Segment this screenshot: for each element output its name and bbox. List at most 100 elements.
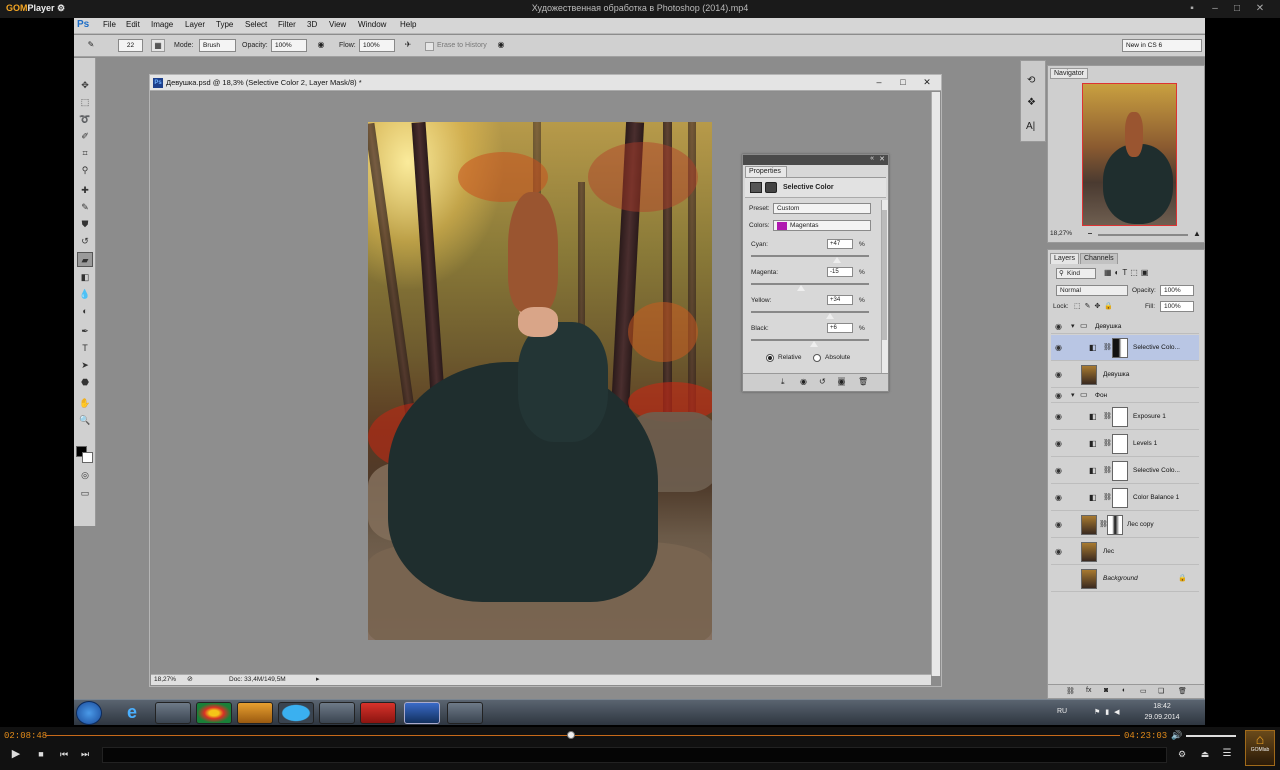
volume-icon[interactable]: 🔊 (1170, 728, 1184, 742)
absolute-radio[interactable] (813, 354, 821, 362)
slider-value-2[interactable]: +34 (827, 295, 853, 305)
previous-button[interactable]: ⏮ (57, 747, 71, 761)
zoom-tool-icon[interactable]: 🔍 (77, 413, 93, 428)
quick-select-tool-icon[interactable]: ✐ (77, 129, 93, 144)
layer-row[interactable]: Background 🔒 (1051, 566, 1199, 592)
eject-icon[interactable]: ⏏ (1198, 747, 1212, 761)
new-layer-icon[interactable]: ❏ (1158, 687, 1164, 695)
layer-row[interactable]: ◉ ⛓ Лес copy (1051, 512, 1199, 538)
vertical-scrollbar[interactable] (931, 92, 940, 676)
layer-mask-icon[interactable] (765, 182, 777, 193)
stamp-tool-icon[interactable]: ⛊ (77, 217, 93, 232)
close-button[interactable]: ✕ (1253, 3, 1267, 15)
status-menu-arrow-icon[interactable]: ▸ (316, 675, 320, 683)
slider-thumb-1[interactable] (796, 285, 805, 291)
monitor-app-icon[interactable] (319, 702, 355, 724)
language-indicator[interactable]: RU (1057, 708, 1067, 715)
doc-maximize-button[interactable]: □ (896, 77, 910, 88)
maximize-button[interactable]: □ (1230, 3, 1244, 15)
clock-date[interactable]: 29.09.2014 (1138, 714, 1186, 721)
group-expand-icon[interactable]: ▾ (1071, 391, 1075, 399)
new-adjustment-icon[interactable]: ◐ (1122, 687, 1126, 694)
tab-channels[interactable]: Channels (1080, 253, 1118, 264)
brush-tool-icon[interactable]: ✎ (77, 200, 93, 215)
layer-mask-thumb[interactable] (1112, 338, 1128, 358)
delete-layer-icon[interactable]: 🗑 (1178, 687, 1187, 695)
layer-mask-thumb[interactable] (1107, 515, 1123, 535)
zoom-readout[interactable]: 18,27% (154, 676, 176, 683)
gomlab-button[interactable]: ⌂ GOMlab (1245, 730, 1275, 766)
slider-value-0[interactable]: +47 (827, 239, 853, 249)
pressure-opacity-icon[interactable]: ◉ (314, 39, 328, 52)
filter-kind-select[interactable]: ⚲ Kind (1056, 268, 1096, 279)
doc-close-button[interactable]: ✕ (920, 77, 934, 88)
chain-icon[interactable]: ⛓ (1103, 343, 1112, 351)
layer-thumb[interactable] (1081, 569, 1097, 589)
navigator-zoom[interactable]: 18,27% (1050, 230, 1072, 237)
menu-type[interactable]: Type (216, 20, 233, 29)
menu-view[interactable]: View (329, 20, 346, 29)
acrobat-icon[interactable] (360, 702, 396, 724)
eye-icon[interactable]: ◉ (1055, 520, 1065, 529)
eye-icon[interactable]: ◉ (1055, 343, 1065, 352)
slider-track-1[interactable] (751, 283, 869, 285)
slider-track-2[interactable] (751, 311, 869, 313)
blur-tool-icon[interactable]: 💧 (77, 287, 93, 302)
media-player-icon[interactable] (237, 702, 273, 724)
chain-icon[interactable]: ⛓ (1103, 466, 1112, 474)
zoom-in-icon[interactable]: ▲ (1193, 229, 1201, 238)
navigator-zoom-slider[interactable] (1098, 234, 1188, 236)
history-panel-icon[interactable]: ⟲ (1027, 75, 1035, 86)
shape-tool-icon[interactable]: ⬣ (77, 375, 93, 390)
eye-icon[interactable]: ◉ (1055, 493, 1065, 502)
airbrush-icon[interactable]: ✈ (401, 39, 415, 52)
lasso-tool-icon[interactable]: ➰ (77, 112, 93, 127)
menu-select[interactable]: Select (245, 20, 267, 29)
tab-properties[interactable]: Properties (745, 166, 787, 177)
layer-mask-thumb[interactable] (1112, 407, 1128, 427)
stop-button[interactable]: ■ (34, 747, 48, 761)
layer-thumb[interactable] (1081, 515, 1097, 535)
slider-value-3[interactable]: +6 (827, 323, 853, 333)
properties-scrollbar[interactable] (881, 200, 888, 375)
menu-window[interactable]: Window (358, 20, 386, 29)
layer-opacity-field[interactable]: 100% (1160, 285, 1194, 296)
slider-track-0[interactable] (751, 255, 869, 257)
chain-icon[interactable]: ⛓ (1103, 493, 1112, 501)
pin-icon[interactable]: ▪ (1185, 3, 1199, 15)
layer-thumb[interactable] (1081, 365, 1097, 385)
relative-radio[interactable] (766, 354, 774, 362)
reset-icon[interactable]: ↺ (819, 377, 826, 386)
layer-row[interactable]: ◉ ◧ ⛓ Color Balance 1 (1051, 485, 1199, 511)
gradient-tool-icon[interactable]: ◧ (77, 270, 93, 285)
slider-value-1[interactable]: -15 (827, 267, 853, 277)
brush-size-picker[interactable]: 22 (118, 39, 143, 52)
eyedropper-tool-icon[interactable]: ⚲ (77, 163, 93, 178)
menu-image[interactable]: Image (151, 20, 173, 29)
eye-icon[interactable]: ◉ (1055, 466, 1065, 475)
filter-type-icons[interactable]: ▦◐T⬚▣ (1104, 268, 1151, 277)
chain-icon[interactable]: ⛓ (1103, 439, 1112, 447)
layer-group-row[interactable]: ◉ ▾ ▭ Девушка (1051, 320, 1199, 334)
layer-row[interactable]: ◉ ◧ ⛓ Selective Colo... (1051, 458, 1199, 484)
workspace-select[interactable]: New in CS 6 (1122, 39, 1202, 52)
layer-row[interactable]: ◉ Лес (1051, 539, 1199, 565)
layer-row[interactable]: ◉ ◧ ⛓ Levels 1 (1051, 431, 1199, 457)
group-expand-icon[interactable]: ▾ (1071, 322, 1075, 330)
layer-row[interactable]: ◉ ◧ ⛓ Selective Colo... (1051, 335, 1199, 361)
eye-icon[interactable]: ◉ (1055, 412, 1065, 421)
preset-select[interactable]: Custom (773, 203, 871, 214)
layer-thumb[interactable] (1081, 542, 1097, 562)
eye-icon[interactable]: ◉ (1055, 439, 1065, 448)
skype-icon[interactable] (278, 702, 314, 724)
lock-icons[interactable]: ⬚✎✥🔒 (1074, 302, 1117, 310)
slider-thumb-3[interactable] (809, 341, 818, 347)
dodge-tool-icon[interactable]: ◐ (77, 304, 93, 319)
collapse-icon[interactable]: « (870, 155, 874, 162)
settings-icon[interactable]: ⚙ (1175, 747, 1189, 761)
flow-field[interactable]: 100% (359, 39, 395, 52)
menu-help[interactable]: Help (400, 20, 416, 29)
background-color-swatch[interactable] (82, 452, 93, 463)
view-previous-icon[interactable]: ◉ (800, 377, 807, 386)
chain-icon[interactable]: ⛓ (1103, 412, 1112, 420)
